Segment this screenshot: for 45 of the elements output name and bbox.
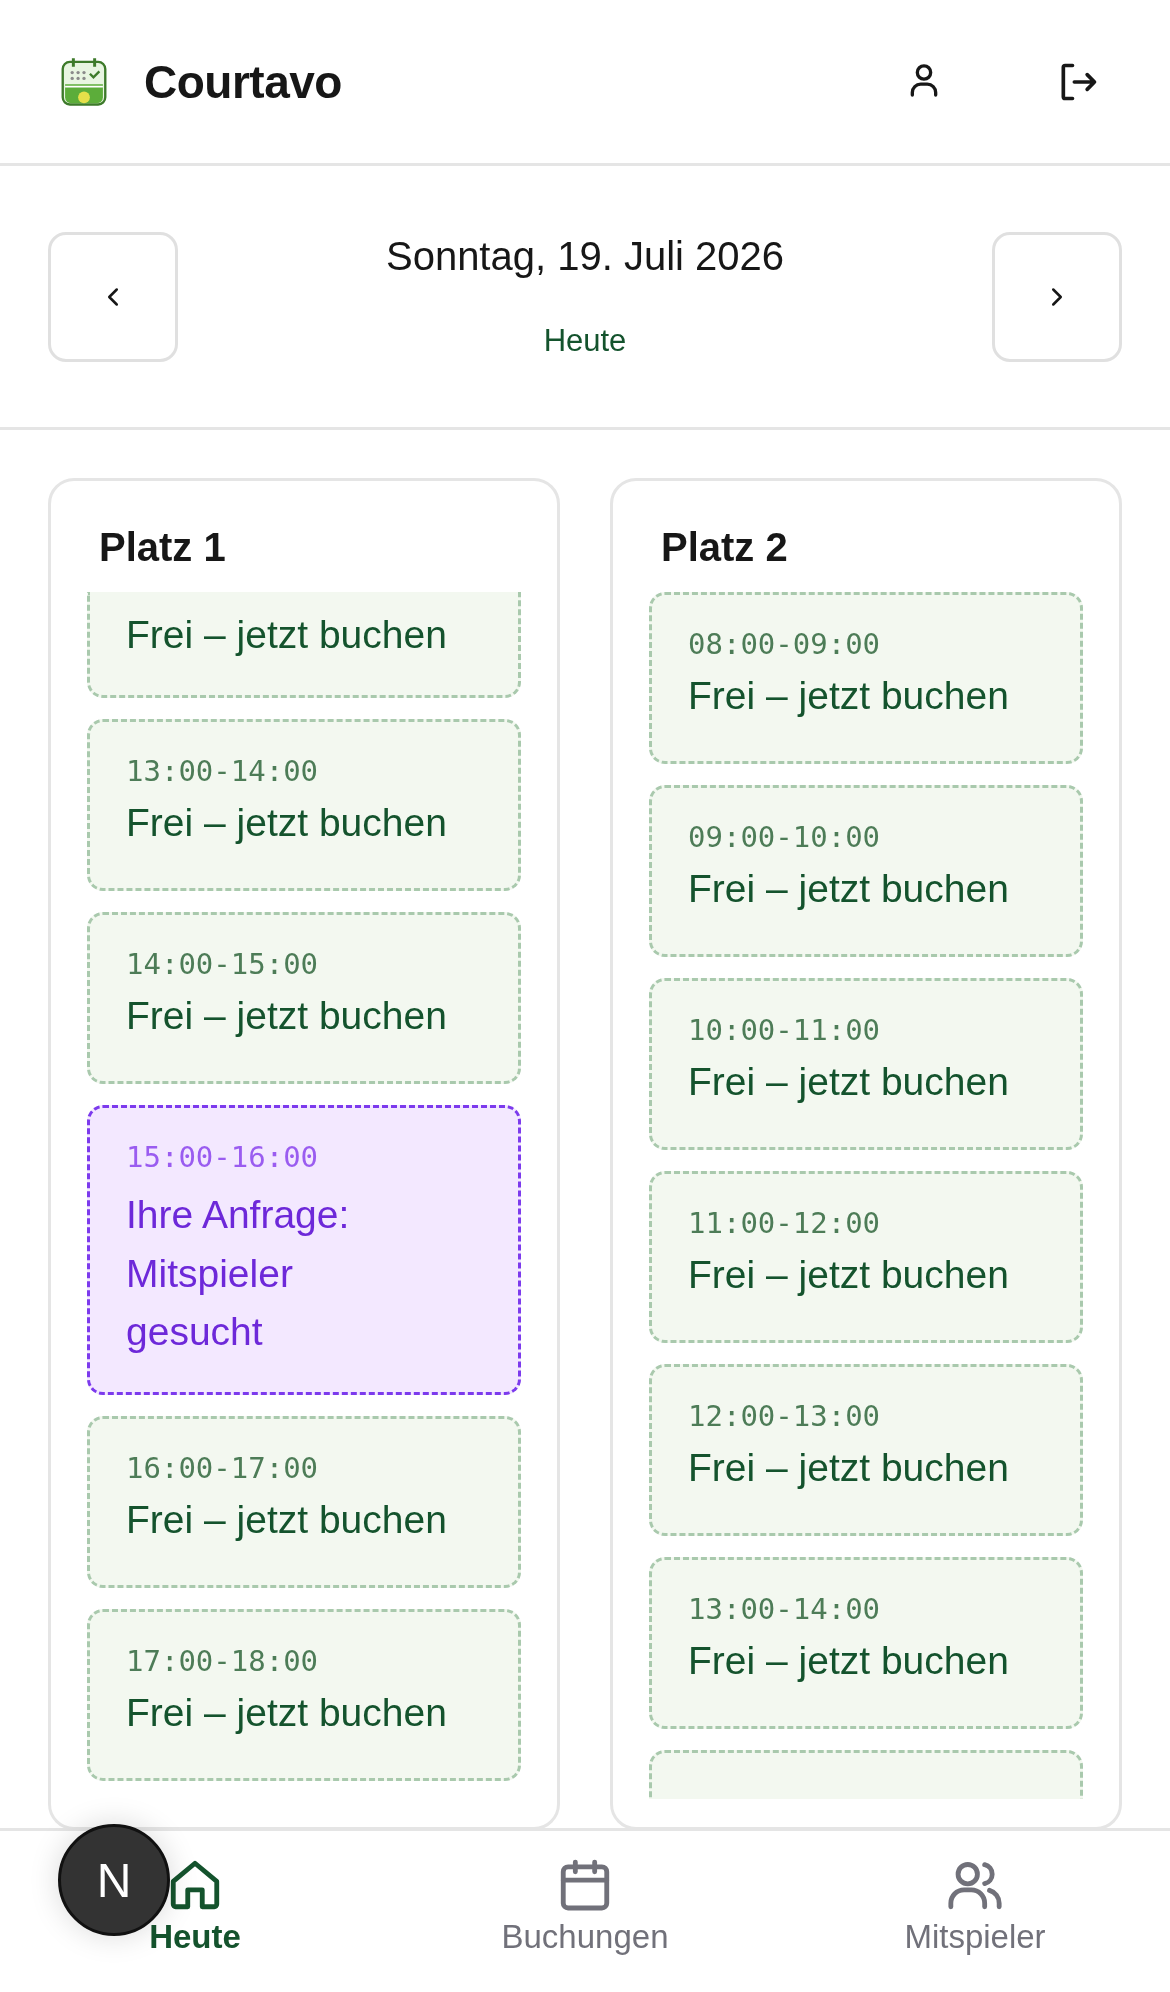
today-link[interactable]: Heute (543, 323, 627, 359)
time-range: 13:00-14:00 (126, 754, 320, 788)
free-slot[interactable]: 13:00-14:00 Frei – jetzt buchen (87, 719, 521, 891)
free-slot[interactable]: 11:00-12:00 Frei – jetzt buchen (649, 1171, 1083, 1343)
slot-status: Frei – jetzt buchen (688, 866, 1010, 912)
slot-status: Frei – jetzt buchen (126, 1689, 448, 1736)
slot-status: Frei – jetzt buchen (126, 612, 448, 658)
nav-tab[interactable]: Mitspieler (780, 1831, 1170, 1992)
previous-day-button[interactable] (48, 231, 178, 362)
free-slot[interactable]: 12:00-13:00 Frei – jetzt buchen (649, 1364, 1083, 1536)
time-range: 10:00-11:00 (688, 1013, 882, 1047)
slot-status: Frei – jetzt buchen (688, 1252, 1010, 1298)
calendar-court-logo-icon (60, 55, 108, 108)
slot-status: Frei – jetzt buchen (688, 1638, 1010, 1684)
request-slot[interactable]: 15:00-16:00 Ihre Anfrage: Mitspieler gesucht (87, 1105, 521, 1395)
slot-status: Frei – jetzt buchen (688, 673, 1010, 719)
court-title: Platz 2 (660, 524, 789, 571)
time-range: 08:00-09:00 (688, 627, 882, 661)
time-range: 09:00-10:00 (688, 820, 882, 854)
free-slot[interactable]: 09:00-10:00 Frei – jetzt buchen (649, 785, 1083, 957)
next-day-button[interactable] (992, 231, 1122, 362)
time-range: 13:00-14:00 (688, 1592, 882, 1626)
free-slot[interactable]: 16:00-17:00 Frei – jetzt buchen (87, 1415, 521, 1588)
free-slot[interactable]: Frei – jetzt buchen (87, 592, 521, 698)
app-name: Courtavo (144, 54, 342, 109)
slot-status: Frei – jetzt buchen (126, 800, 448, 846)
nav-tab[interactable]: Buchungen (390, 1831, 780, 1992)
time-range: 14:00-15:00 (126, 947, 320, 981)
free-slot[interactable]: 17:00-18:00 Frei – jetzt buchen (87, 1608, 521, 1781)
time-range: 15:00-16:00 (126, 1140, 320, 1174)
free-slot[interactable]: 08:00-09:00 Frei – jetzt buchen (649, 592, 1083, 764)
free-slot[interactable]: 14:00-15:00 Frei – jetzt buchen (87, 912, 521, 1084)
slot-status: Frei – jetzt buchen (126, 993, 448, 1039)
slot-status: Ihre Anfrage: Mitspieler gesucht (126, 1192, 351, 1355)
time-range: 17:00-18:00 (126, 1643, 320, 1678)
slot-status: Frei – jetzt buchen (688, 1059, 1010, 1105)
time-range: 16:00-17:00 (126, 1450, 320, 1485)
free-slot[interactable]: 10:00-11:00 Frei – jetzt buchen (649, 978, 1083, 1150)
slot-status: Frei – jetzt buchen (688, 1445, 1010, 1491)
time-range: 11:00-12:00 (688, 1206, 882, 1240)
time-range: 12:00-13:00 (688, 1399, 882, 1433)
court-title: Platz 1 (98, 524, 227, 571)
free-slot[interactable]: 13:00-14:00 Frei – jetzt buchen (649, 1557, 1083, 1729)
slot-status: Frei – jetzt buchen (126, 1496, 448, 1543)
date-label: Sonntag, 19. Juli 2026 (385, 234, 785, 279)
